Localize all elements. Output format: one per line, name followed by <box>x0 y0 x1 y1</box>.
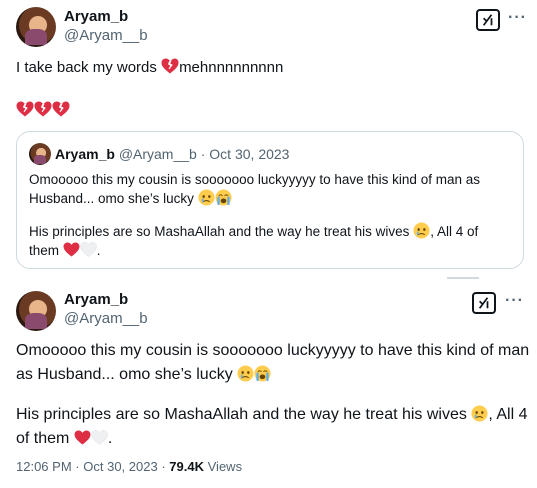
detail-para1-line2-text: as Husband... omo she’s lucky <box>16 366 233 383</box>
red-heart-icon <box>63 242 80 257</box>
detail-para2-line1: His principles are so MashaAllah and the… <box>16 403 529 427</box>
quoted-text: Omooooo this my cousin is sooooooo lucky… <box>29 170 480 260</box>
quoted-tweet-card[interactable]: Aryam_b @Aryam__b · Oct 30, 2023 Omooooo… <box>16 131 524 269</box>
crying-face-icon <box>471 405 488 422</box>
detail-grok-button[interactable] <box>472 292 496 314</box>
crying-face-icon <box>413 222 430 239</box>
quoted-para2-line1: His principles are so MashaAllah and the… <box>29 222 480 241</box>
white-heart-icon <box>80 242 97 257</box>
author-avatar[interactable] <box>16 7 56 47</box>
tweet-meta: 12:06 PM · Oct 30, 2023 · 79.4K Views <box>16 459 242 474</box>
views-label: Views <box>207 459 243 474</box>
loudly-crying-face-icon <box>215 189 232 206</box>
tweet-time[interactable]: 12:06 PM <box>16 459 72 474</box>
red-heart-icon <box>74 430 91 445</box>
quoted-para2-line1-end: , All 4 of <box>430 224 479 239</box>
tweet-text-suffix: mehnnnnnnnnn <box>179 59 284 76</box>
crying-face-icon <box>198 189 215 206</box>
tweet-text: I take back my words mehnnnnnnnnn <box>16 58 283 78</box>
quoted-para1-line2-text: Husband... omo she’s lucky <box>29 191 194 206</box>
broken-heart-icon <box>34 101 52 117</box>
white-heart-icon <box>91 430 108 445</box>
quoted-para2-line2: them . <box>29 242 101 258</box>
detail-text: Omooooo this my cousin is sooooooo lucky… <box>16 339 529 451</box>
detail-para2-line1-end: , All 4 <box>488 406 528 423</box>
detail-author-handle[interactable]: @Aryam__b <box>64 310 148 327</box>
detail-more-options-icon[interactable]: ··· <box>505 292 524 310</box>
quoted-author-avatar <box>29 143 51 165</box>
tweet-date[interactable]: Oct 30, 2023 <box>83 459 157 474</box>
detail-para1-line2: as Husband... omo she’s lucky <box>16 363 529 387</box>
quoted-header: Aryam_b @Aryam__b · Oct 30, 2023 <box>55 146 289 162</box>
broken-heart-icon <box>161 58 179 74</box>
crying-face-icon <box>237 365 254 382</box>
detail-para2-line2: of them . <box>16 430 113 447</box>
grok-icon <box>481 13 495 27</box>
author-name[interactable]: Aryam_b <box>64 8 128 25</box>
views-count: 79.4K <box>169 459 204 474</box>
broken-heart-icon <box>16 101 34 117</box>
meta-separator-2: · <box>161 459 166 474</box>
detail-para2-line2-text: of them <box>16 430 70 447</box>
broken-heart-icon <box>52 101 70 117</box>
more-options-icon[interactable]: ··· <box>508 9 527 27</box>
detail-author-name[interactable]: Aryam_b <box>64 291 128 308</box>
author-handle[interactable]: @Aryam__b <box>64 27 148 44</box>
meta-separator: · <box>75 459 80 474</box>
loudly-crying-face-icon <box>254 365 271 382</box>
quoted-para1-line2: Husband... omo she’s lucky <box>29 189 480 208</box>
quoted-date: Oct 30, 2023 <box>209 146 290 162</box>
detail-author-avatar[interactable] <box>16 291 56 331</box>
quoted-separator: · <box>200 146 206 162</box>
quoted-para2-line1-text: His principles are so MashaAllah and the… <box>29 224 410 239</box>
detail-para2-line1-text: His principles are so MashaAllah and the… <box>16 406 467 423</box>
detail-para1-line1: Omooooo this my cousin is sooooooo lucky… <box>16 342 530 359</box>
tweet-text-main: I take back my words <box>16 59 157 76</box>
quoted-author-handle: @Aryam__b <box>118 146 197 162</box>
broken-hearts-row <box>16 101 70 120</box>
quoted-para1-line1: Omooooo this my cousin is sooooooo lucky… <box>29 172 480 187</box>
grok-icon <box>477 296 491 310</box>
quoted-para2-line2-text: them <box>29 243 60 258</box>
grok-button[interactable] <box>476 9 500 31</box>
quoted-author-name: Aryam_b <box>55 146 115 162</box>
divider <box>447 277 479 279</box>
